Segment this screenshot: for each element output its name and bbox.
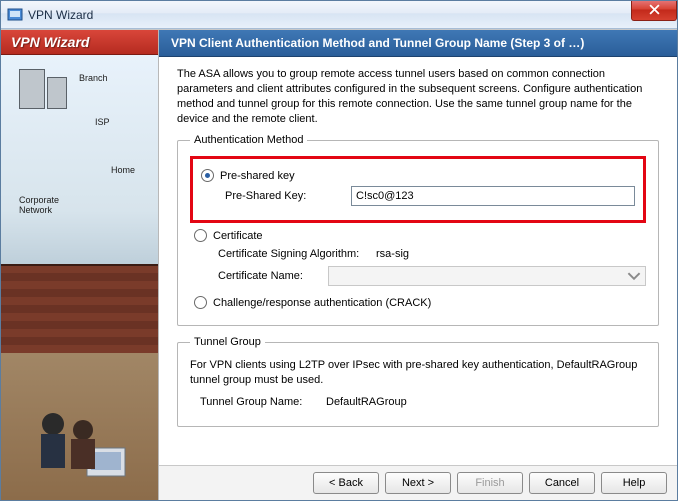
intro-text: The ASA allows you to group remote acces…: [177, 67, 659, 126]
close-button[interactable]: [631, 1, 677, 21]
radio-crack-label: Challenge/response authentication (CRACK…: [213, 297, 431, 309]
vpn-wizard-window: VPN Wizard VPN Wizard Branch ISP Home Co…: [0, 0, 678, 501]
sidebar-label-home: Home: [111, 165, 135, 175]
cert-name-row: Certificate Name:: [218, 266, 646, 286]
cert-algo-label: Certificate Signing Algorithm:: [218, 248, 368, 260]
tunnel-name-label: Tunnel Group Name:: [200, 396, 318, 408]
tunnel-name-row: Tunnel Group Name: DefaultRAGroup: [200, 396, 646, 408]
body: VPN Wizard Branch ISP Home Corporate Net…: [1, 29, 677, 500]
chevron-down-icon: [627, 269, 641, 283]
tunnel-note: For VPN clients using L2TP over IPsec wi…: [190, 358, 646, 388]
radio-cert-row[interactable]: Certificate: [194, 229, 646, 242]
app-icon: [7, 7, 23, 23]
radio-cert-label: Certificate: [213, 230, 263, 242]
sidebar-illustration: Branch ISP Home Corporate Network: [1, 55, 158, 500]
step-title: VPN Client Authentication Method and Tun…: [159, 30, 677, 57]
cert-algo-row: Certificate Signing Algorithm: rsa-sig: [218, 248, 646, 260]
content: The ASA allows you to group remote acces…: [159, 57, 677, 465]
people-illustration: [25, 386, 135, 496]
psk-highlight: Pre-shared key Pre-Shared Key:: [190, 156, 646, 223]
auth-method-legend: Authentication Method: [190, 134, 307, 146]
cert-name-dropdown[interactable]: [328, 266, 646, 286]
sidebar-label-branch: Branch: [79, 73, 108, 83]
psk-input[interactable]: [351, 186, 635, 206]
main-panel: VPN Client Authentication Method and Tun…: [159, 30, 677, 500]
next-button[interactable]: Next >: [385, 472, 451, 494]
cert-name-label: Certificate Name:: [218, 270, 320, 282]
radio-psk-label: Pre-shared key: [220, 170, 295, 182]
radio-crack-row[interactable]: Challenge/response authentication (CRACK…: [194, 296, 646, 309]
tunnel-name-value: DefaultRAGroup: [326, 396, 407, 408]
auth-method-group: Authentication Method Pre-shared key Pre…: [177, 134, 659, 326]
cert-algo-value: rsa-sig: [376, 248, 409, 260]
sidebar-label-isp: ISP: [95, 117, 110, 127]
sidebar-header: VPN Wizard: [1, 30, 158, 55]
window-title: VPN Wizard: [28, 8, 93, 22]
sidebar: VPN Wizard Branch ISP Home Corporate Net…: [1, 30, 159, 500]
cancel-button[interactable]: Cancel: [529, 472, 595, 494]
back-button[interactable]: < Back: [313, 472, 379, 494]
finish-button: Finish: [457, 472, 523, 494]
close-icon: [649, 4, 660, 18]
radio-cert[interactable]: [194, 229, 207, 242]
footer: < Back Next > Finish Cancel Help: [159, 465, 677, 500]
radio-psk-row[interactable]: Pre-shared key: [201, 169, 635, 182]
radio-crack[interactable]: [194, 296, 207, 309]
radio-psk[interactable]: [201, 169, 214, 182]
help-button[interactable]: Help: [601, 472, 667, 494]
psk-label: Pre-Shared Key:: [225, 190, 343, 202]
sidebar-label-corp: Corporate Network: [19, 195, 59, 215]
tunnel-group: Tunnel Group For VPN clients using L2TP …: [177, 336, 659, 427]
tunnel-legend: Tunnel Group: [190, 336, 265, 348]
psk-field-row: Pre-Shared Key:: [225, 186, 635, 206]
titlebar: VPN Wizard: [1, 1, 677, 29]
